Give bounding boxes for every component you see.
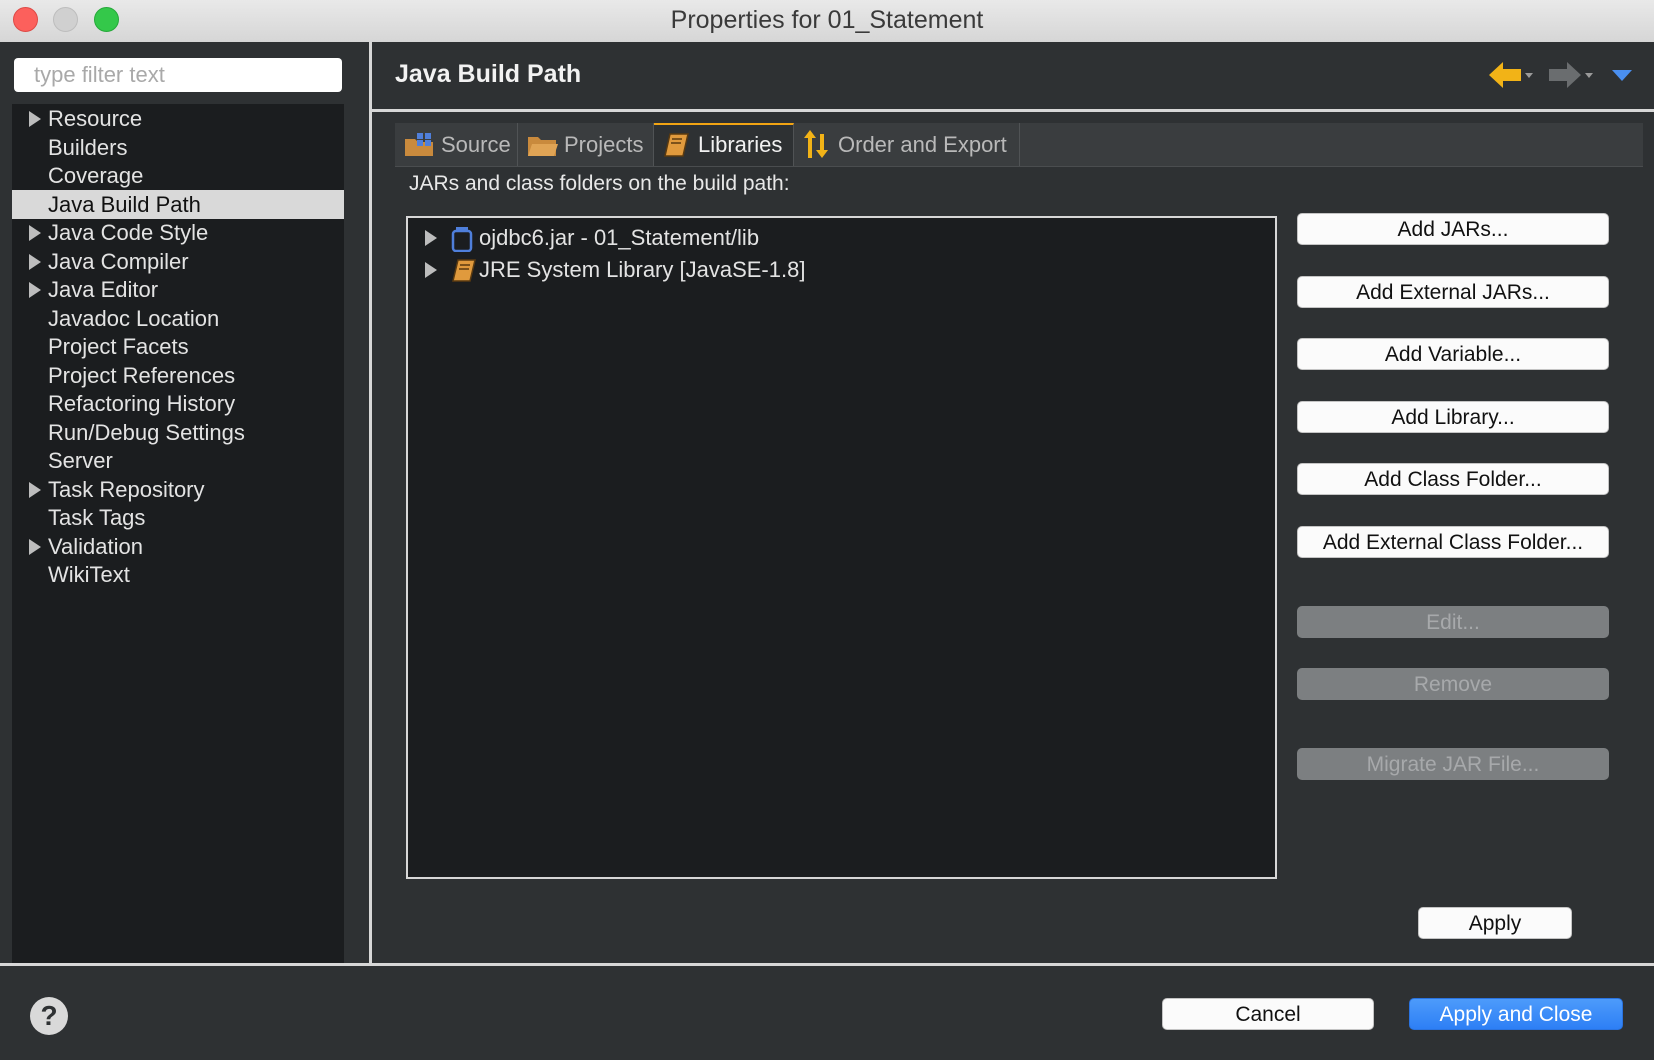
expand-arrow-icon[interactable] — [425, 230, 437, 246]
expand-arrow-icon[interactable] — [29, 481, 41, 498]
expand-arrow-icon[interactable] — [29, 225, 41, 241]
add-class-folder-button[interactable]: Add Class Folder... — [1297, 463, 1609, 495]
sidebar-item-run-debug-settings[interactable]: Run/Debug Settings — [12, 418, 344, 447]
tab-projects[interactable]: Projects — [518, 123, 654, 166]
tab-libraries[interactable]: Libraries — [654, 123, 794, 166]
expand-arrow-icon[interactable] — [29, 111, 41, 127]
property-page-tree: Resource Builders Coverage Java Build Pa… — [12, 104, 344, 965]
forward-arrow-icon[interactable] — [1547, 58, 1595, 92]
filter-input[interactable] — [14, 58, 342, 92]
sidebar-item-resource[interactable]: Resource — [12, 104, 344, 133]
libraries-section-label: JARs and class folders on the build path… — [409, 172, 790, 195]
sidebar-item-project-facets[interactable]: Project Facets — [12, 332, 344, 361]
add-variable-button[interactable]: Add Variable... — [1297, 338, 1609, 370]
sidebar-item-java-build-path[interactable]: Java Build Path — [12, 189, 344, 219]
jar-icon — [451, 227, 473, 252]
source-folder-icon — [405, 133, 433, 156]
sidebar-item-project-references[interactable]: Project References — [12, 361, 344, 390]
sidebar-item-server[interactable]: Server — [12, 446, 344, 475]
apply-button[interactable]: Apply — [1418, 907, 1572, 939]
library-row-ojdbc6[interactable]: ojdbc6.jar - 01_Statement/lib — [408, 222, 1268, 254]
sidebar-item-refactoring-history[interactable]: Refactoring History — [12, 389, 344, 418]
expand-arrow-icon[interactable] — [29, 538, 41, 555]
sidebar: Resource Builders Coverage Java Build Pa… — [0, 42, 369, 965]
header-separator — [372, 109, 1654, 112]
expand-arrow-icon[interactable] — [425, 262, 437, 278]
cancel-button[interactable]: Cancel — [1162, 998, 1374, 1030]
sidebar-item-wikitext[interactable]: WikiText — [12, 560, 344, 589]
expand-arrow-icon[interactable] — [29, 282, 41, 298]
sidebar-item-javadoc-location[interactable]: Javadoc Location — [12, 304, 344, 333]
library-icon — [452, 259, 476, 282]
sidebar-item-coverage[interactable]: Coverage — [12, 161, 344, 190]
edit-button[interactable]: Edit... — [1297, 606, 1609, 638]
add-jars-button[interactable]: Add JARs... — [1297, 213, 1609, 245]
tab-order-and-export[interactable]: Order and Export — [794, 123, 1020, 166]
folder-icon — [528, 137, 558, 156]
library-row-jre[interactable]: JRE System Library [JavaSE-1.8] — [408, 254, 1268, 286]
sidebar-item-java-code-style[interactable]: Java Code Style — [12, 218, 344, 247]
migrate-jar-button[interactable]: Migrate JAR File... — [1297, 748, 1609, 780]
add-library-button[interactable]: Add Library... — [1297, 401, 1609, 433]
sidebar-item-validation[interactable]: Validation — [12, 532, 344, 561]
order-arrows-icon — [804, 130, 828, 158]
tab-bar: Source Projects Libraries Order and Expo… — [395, 123, 1643, 167]
help-icon[interactable]: ? — [30, 997, 68, 1035]
window-title: Properties for 01_Statement — [670, 6, 984, 34]
sidebar-item-builders[interactable]: Builders — [12, 133, 344, 162]
expand-arrow-icon[interactable] — [29, 253, 41, 270]
main-panel: Java Build Path Source Projects Librarie… — [372, 42, 1654, 965]
view-menu-icon[interactable] — [1612, 70, 1632, 81]
footer: ? Cancel Apply and Close — [0, 966, 1654, 1060]
back-arrow-icon[interactable] — [1487, 58, 1535, 92]
tab-source[interactable]: Source — [395, 123, 518, 166]
build-path-tree: ojdbc6.jar - 01_Statement/lib JRE System… — [406, 216, 1277, 879]
apply-and-close-button[interactable]: Apply and Close — [1409, 998, 1623, 1030]
remove-button[interactable]: Remove — [1297, 668, 1609, 700]
add-external-class-folder-button[interactable]: Add External Class Folder... — [1297, 526, 1609, 558]
library-icon — [664, 133, 689, 157]
sidebar-item-task-tags[interactable]: Task Tags — [12, 503, 344, 532]
sidebar-item-task-repository[interactable]: Task Repository — [12, 475, 344, 504]
page-title: Java Build Path — [395, 60, 582, 88]
sidebar-item-java-editor[interactable]: Java Editor — [12, 275, 344, 304]
title-bar: Properties for 01_Statement — [0, 0, 1654, 43]
sidebar-item-java-compiler[interactable]: Java Compiler — [12, 247, 344, 276]
add-external-jars-button[interactable]: Add External JARs... — [1297, 276, 1609, 308]
